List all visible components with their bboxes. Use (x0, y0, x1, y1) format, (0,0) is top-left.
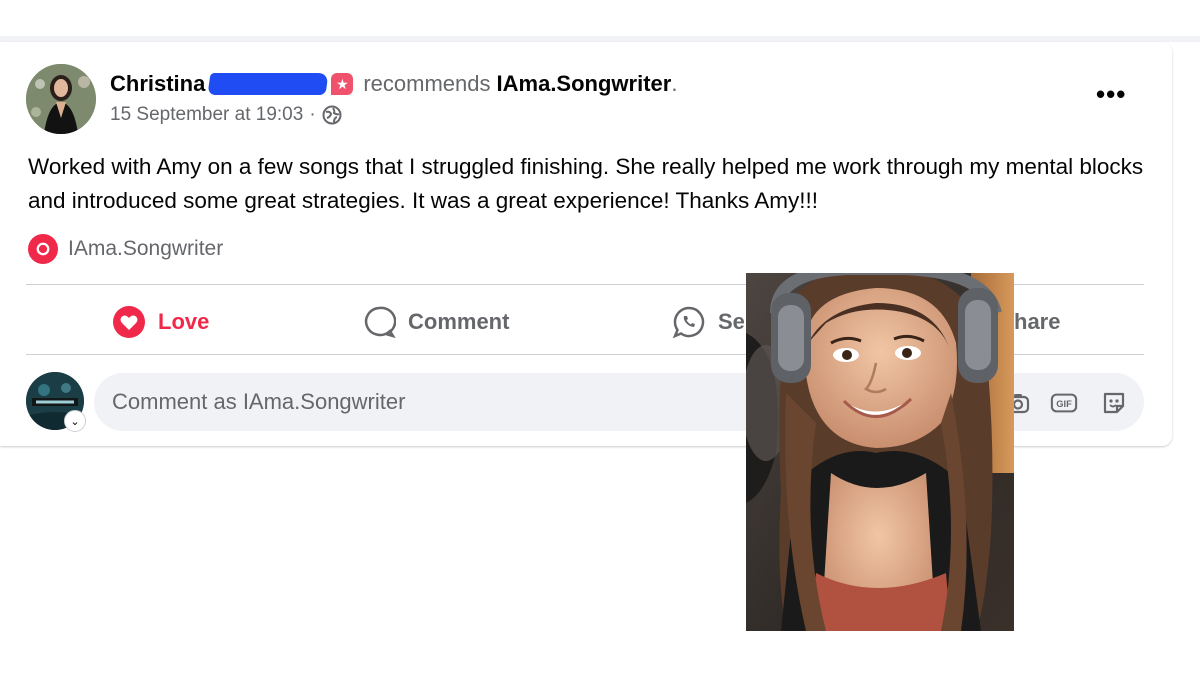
selfie-photo-overlay (746, 273, 1014, 631)
comment-button[interactable]: Comment (362, 302, 509, 342)
gif-label: GIF (1056, 399, 1072, 409)
love-label: Love (158, 309, 210, 334)
author-avatar[interactable] (26, 64, 96, 134)
sticker-icon[interactable] (1100, 389, 1128, 417)
heart-icon (28, 234, 58, 264)
comment-input[interactable] (112, 373, 712, 431)
post-timestamp[interactable]: 15 September at 19:03 (110, 104, 303, 126)
header-trailing-dot: . (671, 71, 678, 96)
author-name[interactable]: Christina (110, 71, 205, 97)
heart-icon (112, 305, 146, 339)
recommend-icon: ★ (331, 73, 354, 95)
share-button[interactable]: hare (1014, 302, 1060, 342)
gif-icon[interactable]: GIF (1050, 389, 1078, 417)
globe-icon (322, 105, 342, 125)
page-tag-label: IAma.Songwriter (68, 237, 224, 260)
share-label: hare (1014, 309, 1061, 334)
post-body: Worked with Amy on a few songs that I st… (28, 154, 1144, 213)
meta-separator: · (309, 104, 316, 125)
more-options-button[interactable]: ••• (1096, 81, 1126, 107)
whatsapp-icon (672, 305, 706, 339)
post-header: Christina ★ recommends IAma.Songwriter . (110, 68, 677, 100)
love-button[interactable]: Love (112, 302, 209, 342)
send-label: Se (718, 309, 745, 334)
page-tag[interactable]: IAma.Songwriter (28, 234, 223, 264)
comment-icon (362, 305, 396, 339)
chevron-down-icon[interactable]: ⌄ (64, 410, 86, 432)
comment-label: Comment (408, 309, 510, 334)
post-meta: 15 September at 19:03 · (110, 104, 342, 126)
page-name-link[interactable]: IAma.Songwriter (497, 71, 672, 97)
redacted-surname (207, 73, 329, 95)
recommends-text: recommends (363, 71, 491, 96)
send-button[interactable]: Se (672, 302, 745, 342)
